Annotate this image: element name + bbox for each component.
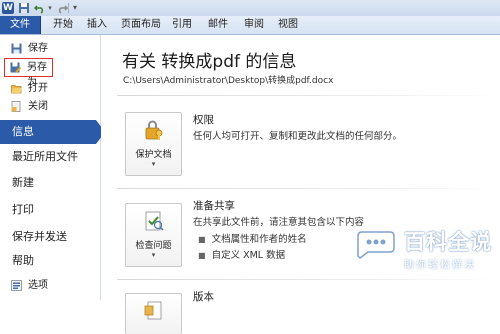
nav-item-label: 最近所用文件 [12, 150, 78, 163]
section-title: 版本 [193, 291, 214, 303]
watermark-title: 百科全说 [404, 230, 492, 254]
section-title: 准备共享 [193, 200, 235, 212]
tab-home[interactable]: 开始 [46, 16, 80, 34]
save-as-icon [10, 62, 22, 73]
options-icon [11, 280, 22, 291]
nav-item-save-and-send[interactable]: 保存并发送 [0, 225, 100, 249]
list-item: ■ 自定义 XML 数据 [198, 250, 286, 261]
tab-references[interactable]: 引用 [168, 16, 196, 34]
divider [117, 188, 500, 189]
key-lock-icon [143, 119, 165, 141]
nav-item-recent[interactable]: 最近所用文件 [0, 145, 100, 169]
backstage-nav: 保存 另存为 打开 关闭 信息 最近所用文件 新建 打印 保存并发送 帮助 选项 [0, 35, 105, 300]
document-path: C:\Users\Administrator\Desktop\转换成pdf.do… [123, 76, 334, 86]
tab-view[interactable]: 视图 [274, 16, 302, 34]
nav-item-close[interactable]: 关闭 [0, 98, 100, 115]
protect-document-button[interactable]: 保护文档 ▾ [125, 112, 182, 176]
nav-item-label: 选项 [28, 280, 48, 291]
nav-item-label: 打开 [28, 83, 48, 94]
manage-versions-button[interactable] [125, 293, 182, 334]
tab-mailings[interactable]: 邮件 [204, 16, 232, 34]
chevron-down-icon: ▾ [151, 160, 156, 168]
undo-dropdown-icon[interactable]: ▾ [46, 2, 54, 14]
ribbon-tabs: 文件 开始 插入 页面布局 引用 邮件 审阅 视图 [0, 16, 500, 35]
toolbar-divider [68, 3, 69, 13]
undo-icon[interactable] [33, 2, 46, 14]
chevron-down-icon: ▾ [151, 251, 156, 259]
divider [117, 279, 500, 280]
nav-item-open[interactable]: 打开 [0, 80, 100, 97]
inspect-document-icon [143, 210, 165, 232]
nav-item-label: 保存 [28, 43, 48, 54]
nav-item-label: 保存并发送 [12, 230, 67, 243]
nav-item-options[interactable]: 选项 [0, 277, 100, 294]
nav-item-print[interactable]: 打印 [0, 198, 100, 222]
section-description: 在共享此文件前，请注意其包含以下内容 [193, 217, 365, 228]
close-document-icon [11, 101, 22, 112]
save-icon [11, 43, 22, 54]
customize-dropdown-icon[interactable]: ▾ [70, 2, 80, 14]
bullet-icon: ■ [198, 235, 206, 244]
save-icon[interactable] [18, 2, 30, 14]
nav-item-save-as[interactable]: 另存为 [4, 58, 53, 88]
redo-icon[interactable] [56, 2, 69, 14]
tab-page-layout[interactable]: 页面布局 [116, 16, 166, 34]
tab-review[interactable]: 审阅 [240, 16, 268, 34]
versions-icon [143, 300, 165, 322]
nav-item-save[interactable]: 保存 [0, 40, 100, 57]
word-app-icon[interactable]: W [2, 2, 14, 14]
list-item: ■ 文档属性和作者的姓名 [198, 234, 307, 245]
button-label: 检查问题 [135, 241, 172, 251]
nav-item-help[interactable]: 帮助 [0, 249, 100, 273]
watermark-logo [352, 228, 400, 260]
divider [117, 95, 500, 96]
section-title: 权限 [193, 114, 214, 126]
nav-item-label: 帮助 [12, 254, 34, 267]
check-for-issues-button[interactable]: 检查问题 ▾ [125, 203, 182, 267]
nav-item-label: 信息 [12, 125, 34, 138]
watermark-subtitle: 助你轻松解决 [404, 260, 476, 271]
nav-item-label: 新建 [12, 176, 34, 189]
nav-item-info[interactable]: 信息 [0, 120, 105, 144]
nav-item-label: 关闭 [28, 101, 48, 112]
bullet-icon: ■ [198, 251, 206, 260]
tab-insert[interactable]: 插入 [82, 16, 112, 34]
nav-item-new[interactable]: 新建 [0, 171, 100, 195]
page-title: 有关 转换成pdf 的信息 [122, 52, 297, 72]
button-label: 保护文档 [135, 150, 172, 160]
section-description: 任何人均可打开、复制和更改此文档的任何部分。 [193, 131, 403, 142]
tab-file[interactable]: 文件 [0, 16, 41, 34]
nav-item-label: 打印 [12, 203, 34, 216]
quick-access-toolbar: W ▾ ▾ [0, 0, 500, 16]
open-folder-icon [11, 83, 22, 94]
